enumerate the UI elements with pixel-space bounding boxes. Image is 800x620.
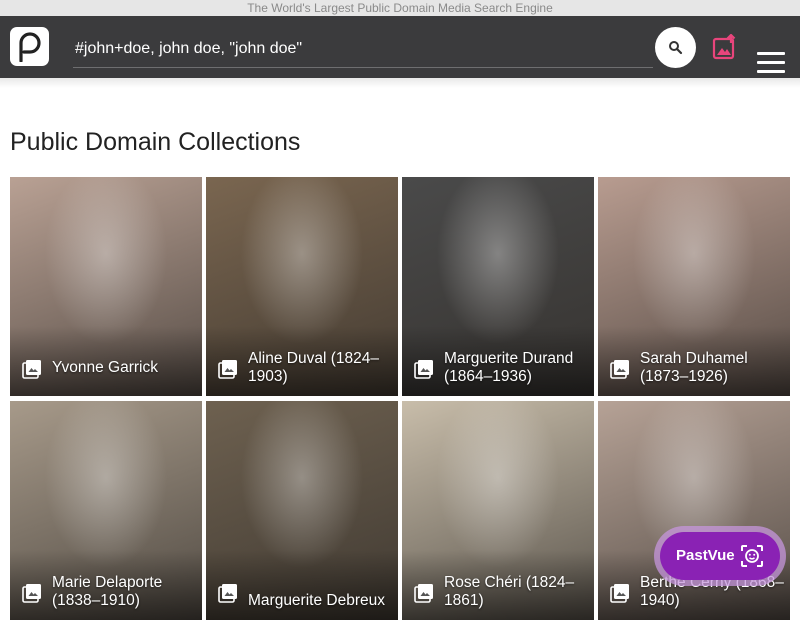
collection-label: Aline Duval (1824–1903) (248, 350, 379, 385)
collection-icon (218, 584, 237, 603)
collection-card[interactable]: Marguerite Durand (1864–1936) (402, 177, 594, 396)
face-scan-icon (741, 545, 763, 567)
collection-label: Rose Chéri (1824–1861) (444, 574, 575, 609)
logo[interactable] (10, 27, 49, 66)
collection-icon (610, 584, 629, 603)
menu-bar (757, 61, 785, 64)
upload-image-button[interactable] (712, 33, 738, 60)
collection-label: Marie Delaporte (1838–1910) (52, 574, 163, 609)
menu-button[interactable] (757, 52, 787, 74)
collection-label: Yvonne Garrick (52, 359, 158, 376)
header (0, 16, 800, 78)
collection-card[interactable]: Marguerite Debreux (206, 401, 398, 620)
search-button[interactable] (655, 27, 696, 68)
collection-card[interactable]: Aline Duval (1824–1903) (206, 177, 398, 396)
collection-icon (22, 360, 41, 379)
pastvue-button[interactable]: PastVue (660, 532, 780, 580)
search-icon (669, 41, 683, 55)
header-shadow (0, 78, 800, 88)
collection-icon (414, 584, 433, 603)
collection-icon (414, 360, 433, 379)
collection-card[interactable]: Sarah Duhamel (1873–1926) (598, 177, 790, 396)
collection-icon (218, 360, 237, 379)
collection-card[interactable]: Berthe Cerny (1868–1940) (598, 401, 790, 620)
collection-card[interactable]: Marie Delaporte (1838–1910) (10, 401, 202, 620)
search-input[interactable] (73, 30, 653, 68)
collection-icon (22, 584, 41, 603)
logo-p-icon (19, 32, 41, 62)
collection-label: Marguerite Debreux (248, 592, 385, 609)
collection-label: Sarah Duhamel (1873–1926) (640, 350, 748, 385)
tagline: The World's Largest Public Domain Media … (0, 0, 800, 16)
collection-label: Marguerite Durand (1864–1936) (444, 350, 574, 385)
menu-bar (757, 52, 785, 55)
collection-card[interactable]: Rose Chéri (1824–1861) (402, 401, 594, 620)
upload-image-icon (712, 33, 736, 60)
section-title: Public Domain Collections (10, 128, 301, 156)
pastvue-label: PastVue (676, 547, 735, 564)
collection-icon (610, 360, 629, 379)
menu-bar (757, 70, 785, 73)
collection-card[interactable]: Yvonne Garrick (10, 177, 202, 396)
